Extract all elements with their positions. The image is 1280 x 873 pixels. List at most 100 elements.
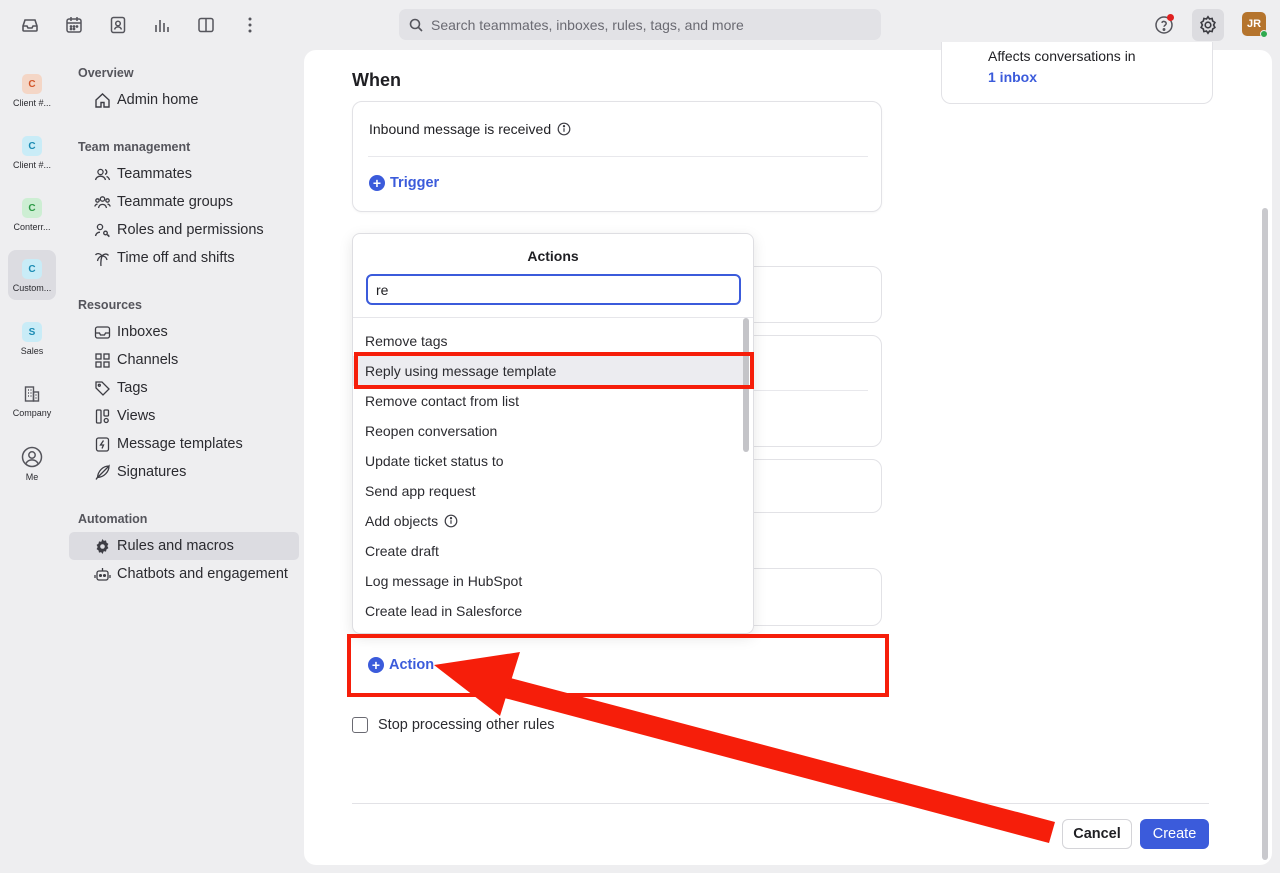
condition-card <box>740 266 882 323</box>
user-avatar[interactable]: JR <box>1242 12 1268 38</box>
robot-icon <box>93 565 111 583</box>
workspace-label: Sales <box>20 346 44 356</box>
settings-gear-icon[interactable] <box>1192 9 1224 41</box>
analytics-icon[interactable] <box>150 13 174 37</box>
calendar-icon[interactable] <box>62 13 86 37</box>
inbox-tray-icon <box>93 323 111 341</box>
nav-item-teammate-groups[interactable]: Teammate groups <box>69 188 299 216</box>
nav-label: Signatures <box>117 464 187 480</box>
stop-processing-checkbox[interactable] <box>352 717 368 733</box>
trigger-button-label: Trigger <box>390 175 440 191</box>
nav-item-teammates[interactable]: Teammates <box>69 160 299 188</box>
views-icon <box>93 407 111 425</box>
action-card <box>740 568 882 626</box>
info-icon[interactable] <box>557 122 571 136</box>
rail-workspace-sales[interactable]: S Sales <box>8 316 56 364</box>
nav-item-signatures[interactable]: Signatures <box>69 458 299 486</box>
affects-inbox-link[interactable]: 1 inbox <box>988 69 1037 85</box>
card-divider <box>753 390 868 391</box>
main-scrollbar[interactable] <box>1262 208 1268 860</box>
nav-section-overview: Overview <box>78 66 134 80</box>
search-icon <box>409 18 423 32</box>
feather-pen-icon <box>93 463 111 481</box>
rail-workspace-client-2[interactable]: C Client #... <box>8 130 56 178</box>
nav-item-tags[interactable]: Tags <box>69 374 299 402</box>
create-button[interactable]: Create <box>1140 819 1209 849</box>
action-option-send-app-request[interactable]: Send app request <box>353 476 743 506</box>
action-option-log-hubspot[interactable]: Log message in HubSpot <box>353 566 743 596</box>
workspace-badge: S <box>22 322 42 342</box>
nav-label: Chatbots and engagement <box>117 566 288 582</box>
rail-workspace-custom[interactable]: C Custom... <box>8 250 56 300</box>
rail-workspace-client-1[interactable]: C Client #... <box>8 68 56 116</box>
building-icon <box>22 384 42 404</box>
workspace-label: Client #... <box>12 160 52 170</box>
action-option-create-draft[interactable]: Create draft <box>353 536 743 566</box>
card-divider <box>368 156 868 157</box>
nav-label: Teammate groups <box>117 194 234 210</box>
nav-label: Time off and shifts <box>117 250 235 266</box>
workspace-label: Conterr... <box>13 222 51 232</box>
online-status-dot <box>1260 30 1268 38</box>
stop-processing-label: Stop processing other rules <box>378 717 555 733</box>
highlight-box-action <box>347 634 889 697</box>
workspace-badge: C <box>22 198 42 218</box>
nav-label: Roles and permissions <box>117 222 264 238</box>
workspace-badge: C <box>22 74 42 94</box>
avatar-initials: JR <box>1246 18 1262 30</box>
condition-card <box>740 459 882 513</box>
footer-divider <box>352 803 1209 804</box>
global-search[interactable] <box>399 9 881 40</box>
action-option-add-objects[interactable]: Add objects <box>353 506 743 536</box>
plus-circle-icon: + <box>369 175 385 191</box>
nav-item-chatbots[interactable]: Chatbots and engagement <box>69 560 299 588</box>
search-input[interactable] <box>431 16 851 33</box>
grid-icon <box>93 351 111 369</box>
nav-item-roles-permissions[interactable]: Roles and permissions <box>69 216 299 244</box>
stop-processing-row[interactable]: Stop processing other rules <box>352 717 555 733</box>
nav-item-inboxes[interactable]: Inboxes <box>69 318 299 346</box>
home-icon <box>93 91 111 109</box>
dropdown-title: Actions <box>527 248 579 264</box>
nav-item-rules-macros[interactable]: Rules and macros <box>69 532 299 560</box>
cancel-button[interactable]: Cancel <box>1062 819 1132 849</box>
people-icon <box>93 165 111 183</box>
nav-label: Message templates <box>117 436 243 452</box>
info-icon[interactable] <box>444 514 458 528</box>
nav-label: Teammates <box>117 166 192 182</box>
palm-tree-icon <box>93 249 111 267</box>
nav-item-message-templates[interactable]: Message templates <box>69 430 299 458</box>
rail-company[interactable]: Company <box>8 378 56 426</box>
group-icon <box>93 193 111 211</box>
contacts-icon[interactable] <box>106 13 130 37</box>
action-option-remove-contact[interactable]: Remove contact from list <box>353 386 743 416</box>
rail-me[interactable]: Me <box>8 440 56 488</box>
when-heading: When <box>352 70 401 90</box>
nav-section-automation: Automation <box>78 512 148 526</box>
notification-dot <box>1167 14 1174 21</box>
action-option-create-lead-salesforce[interactable]: Create lead in Salesforce <box>353 596 743 626</box>
nav-item-channels[interactable]: Channels <box>69 346 299 374</box>
rail-workspace-conterr[interactable]: C Conterr... <box>8 192 56 240</box>
add-trigger-button[interactable]: + Trigger <box>369 175 439 191</box>
nav-label: Admin home <box>117 92 199 108</box>
more-vertical-icon[interactable] <box>238 13 262 37</box>
rail-label-company: Company <box>12 408 52 418</box>
actions-search-input[interactable] <box>366 274 741 305</box>
trigger-condition[interactable]: Inbound message is received <box>369 121 571 137</box>
user-key-icon <box>93 221 111 239</box>
cog-icon <box>93 537 111 555</box>
nav-item-admin-home[interactable]: Admin home <box>69 86 299 114</box>
nav-label: Inboxes <box>117 324 168 340</box>
lightning-icon <box>93 435 111 453</box>
action-option-update-ticket-status[interactable]: Update ticket status to <box>353 446 743 476</box>
nav-item-time-off[interactable]: Time off and shifts <box>69 244 299 272</box>
tag-icon <box>93 379 111 397</box>
nav-item-views[interactable]: Views <box>69 402 299 430</box>
inbox-icon[interactable] <box>18 13 42 37</box>
action-option-reopen[interactable]: Reopen conversation <box>353 416 743 446</box>
condition-card <box>740 335 882 447</box>
split-view-icon[interactable] <box>194 13 218 37</box>
nav-label: Rules and macros <box>117 538 234 554</box>
dropdown-separator <box>353 317 753 318</box>
